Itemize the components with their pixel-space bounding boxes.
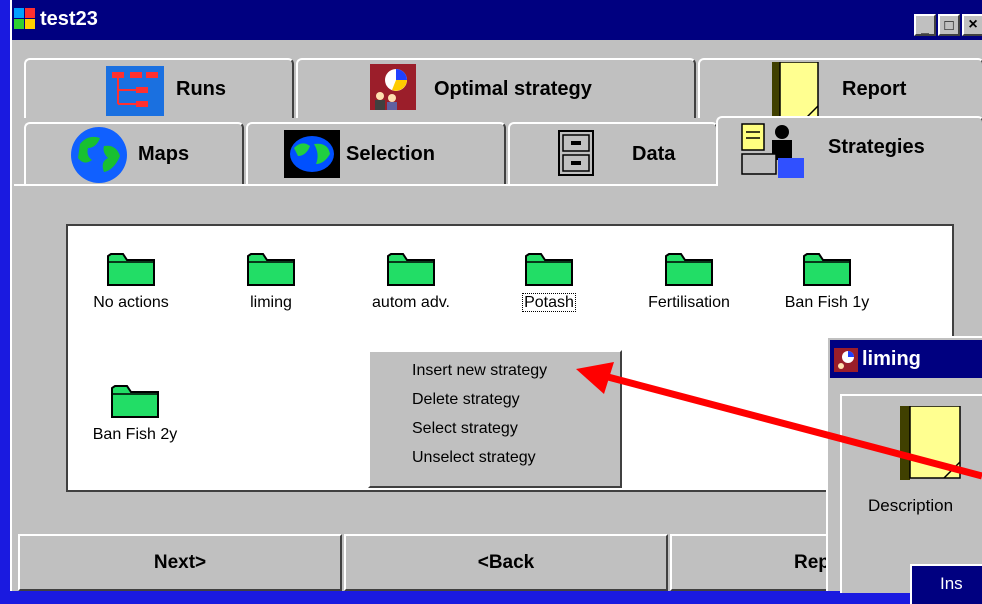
strategy-label: Ban Fish 1y: [784, 294, 870, 311]
maximize-button[interactable]: □: [938, 14, 960, 36]
close-icon: ×: [968, 16, 978, 33]
report-notepad-icon: [900, 406, 961, 480]
tab-optimal-strategy-label: Optimal strategy: [434, 77, 592, 100]
popup-insert-button[interactable]: Ins: [910, 564, 982, 604]
popup-description-label: Description: [868, 496, 954, 515]
context-menu: Insert new strategy Delete strategy Sele…: [368, 350, 622, 488]
maximize-icon: □: [944, 16, 954, 34]
strategy-label: Ban Fish 2y: [92, 426, 178, 443]
tab-maps-label: Maps: [138, 142, 190, 165]
tab-strategies-label: Strategies: [828, 136, 925, 158]
strategy-label: liming: [250, 294, 292, 311]
minimize-button[interactable]: _: [914, 14, 936, 36]
popup-insert-button-label: Ins: [940, 574, 963, 593]
tab-selection-label: Selection: [346, 142, 435, 165]
tab-optimal-strategy[interactable]: Optimal strategy: [296, 58, 696, 118]
menu-item-unselect-strategy[interactable]: Unselect strategy: [370, 443, 620, 472]
optimal-strategy-icon: [370, 64, 416, 110]
popup-app-icon: [834, 348, 858, 372]
selection-globe-icon: [284, 130, 340, 178]
app-icon: [14, 8, 35, 29]
strategy-item[interactable]: liming: [216, 250, 326, 312]
globe-icon: [71, 127, 127, 183]
liming-popup-window: liming Description Ins: [826, 336, 982, 604]
strategy-item[interactable]: Fertilisation: [634, 250, 744, 312]
back-button[interactable]: <Back: [344, 534, 668, 591]
back-button-label: <Back: [477, 551, 535, 573]
window-title: test23: [40, 8, 98, 30]
tab-report[interactable]: Report: [698, 58, 982, 120]
folder-icon: [665, 253, 713, 286]
report-notepad-icon: [772, 62, 819, 120]
strategy-label: No actions: [93, 294, 169, 311]
strategy-list[interactable]: No actions liming autom adv. Potash Fert…: [66, 224, 954, 492]
tab-report-label: Report: [842, 77, 907, 100]
tab-strategies[interactable]: Strategies: [716, 116, 982, 186]
tab-data-label: Data: [632, 142, 676, 165]
popup-title: liming: [862, 348, 921, 370]
strategy-item[interactable]: Ban Fish 1y: [772, 250, 882, 312]
tab-runs[interactable]: Runs: [24, 58, 294, 118]
close-button[interactable]: ×: [962, 14, 982, 36]
popup-title-bar: liming: [830, 340, 982, 378]
tab-selection[interactable]: Selection: [246, 122, 506, 184]
runs-tree-icon: [106, 66, 164, 116]
tab-data[interactable]: Data: [508, 122, 718, 184]
folder-icon: [803, 253, 851, 286]
strategy-label: Fertilisation: [648, 294, 730, 311]
folder-icon: [107, 253, 155, 286]
strategy-item[interactable]: Potash: [494, 250, 604, 312]
strategy-label: autom adv.: [372, 294, 450, 311]
strategy-item[interactable]: Ban Fish 2y: [80, 382, 190, 444]
strategy-item[interactable]: autom adv.: [356, 250, 466, 312]
strategy-item[interactable]: No actions: [76, 250, 186, 312]
menu-item-delete-strategy[interactable]: Delete strategy: [370, 385, 620, 414]
tab-maps[interactable]: Maps: [24, 122, 244, 184]
filing-cabinet-icon: [558, 130, 594, 176]
folder-icon: [247, 253, 295, 286]
folder-icon: [387, 253, 435, 286]
folder-icon: [111, 385, 159, 418]
tab-runs-label: Runs: [176, 77, 226, 100]
menu-item-select-strategy[interactable]: Select strategy: [370, 414, 620, 443]
title-bar: test23 _ □ ×: [12, 0, 982, 40]
next-button-label: Next>: [153, 551, 207, 573]
folder-icon: [525, 253, 573, 286]
menu-item-insert-new-strategy[interactable]: Insert new strategy: [370, 356, 620, 385]
strategies-computer-icon: [741, 123, 804, 178]
report-button-label: Rep: [794, 551, 830, 573]
minimize-icon: _: [921, 19, 929, 35]
next-button[interactable]: Next>: [18, 534, 342, 591]
popup-body: Description Ins: [840, 394, 982, 604]
strategy-label-focused: Potash: [522, 293, 576, 312]
